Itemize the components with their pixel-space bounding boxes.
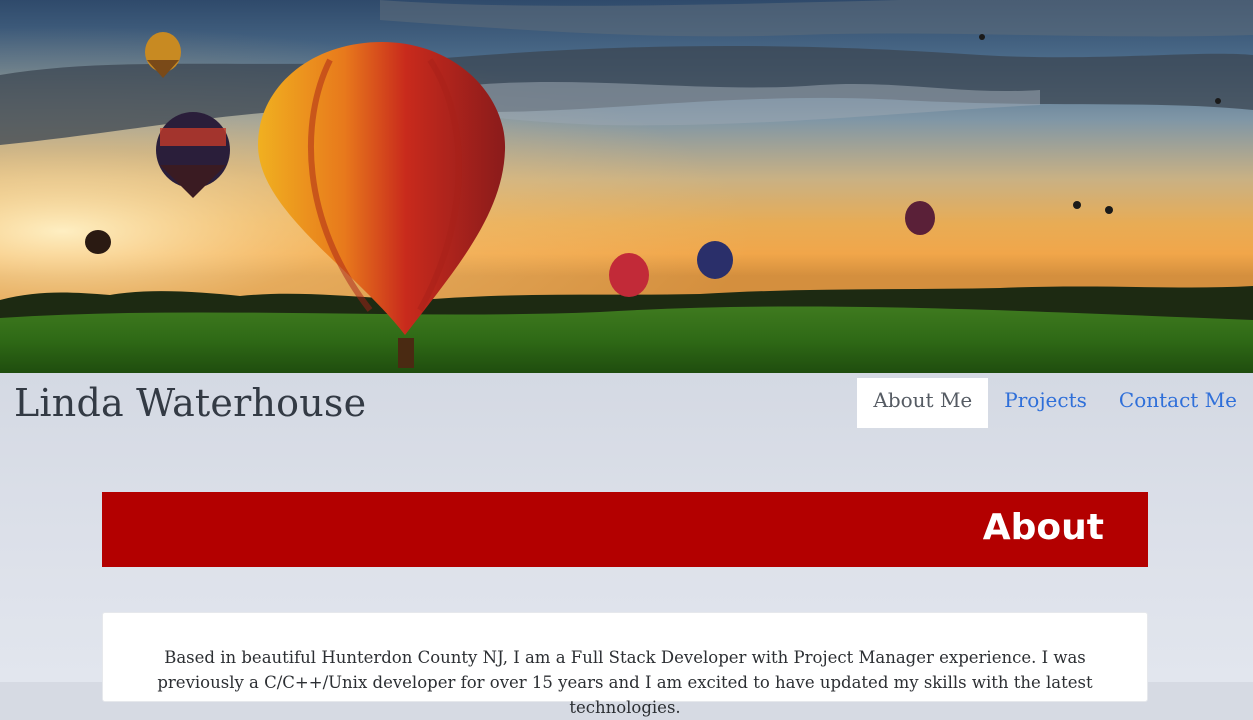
- site-title: Linda Waterhouse: [14, 381, 367, 425]
- nav-contact-me[interactable]: Contact Me: [1103, 378, 1253, 428]
- about-heading: About: [982, 507, 1104, 548]
- about-paragraph: Based in beautiful Hunterdon County NJ, …: [157, 648, 1093, 717]
- hero-banner: [0, 0, 1253, 373]
- about-card: Based in beautiful Hunterdon County NJ, …: [102, 612, 1148, 717]
- hot-air-balloon-photo: [0, 0, 1253, 373]
- about-banner: About: [102, 492, 1148, 567]
- main-nav: About Me Projects Contact Me: [857, 378, 1253, 428]
- nav-projects[interactable]: Projects: [988, 378, 1103, 428]
- nav-about-me[interactable]: About Me: [857, 378, 989, 428]
